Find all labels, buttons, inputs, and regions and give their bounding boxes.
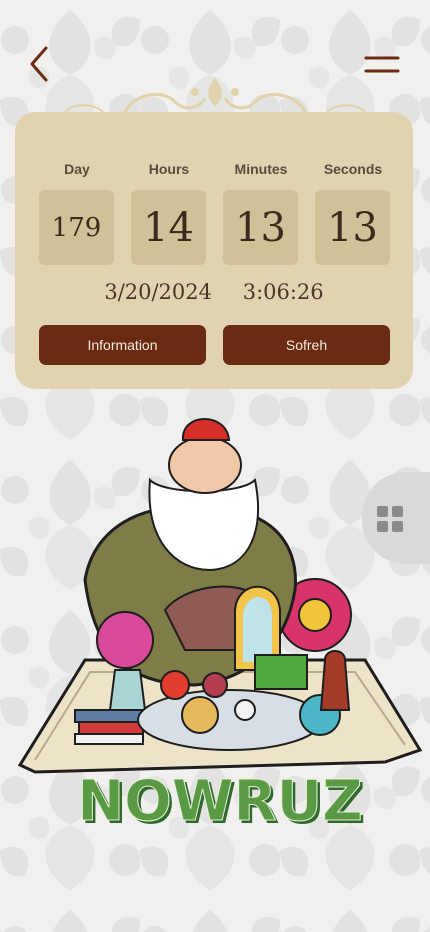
countdown-seconds: Seconds 13 — [315, 160, 391, 265]
card-ornament — [54, 78, 376, 121]
nowruz-title: NOWRUZ — [77, 769, 362, 834]
target-date: 3/20/2024 — [104, 280, 213, 304]
information-button[interactable]: Information — [39, 325, 206, 365]
countdown-card: Day 179 Hours 14 Minutes 13 Seconds 13 3… — [15, 112, 413, 389]
countdown-day: Day 179 — [39, 160, 115, 265]
seconds-value: 13 — [315, 190, 390, 265]
side-grid-tab[interactable] — [362, 472, 430, 564]
hours-value: 14 — [131, 190, 206, 265]
countdown-hours: Hours 14 — [131, 160, 207, 265]
target-time: 3:06:26 — [242, 280, 324, 304]
day-label: Day — [64, 161, 90, 177]
target-datetime: 3/20/2024 3:06:26 — [15, 280, 413, 304]
grid-icon — [377, 506, 403, 532]
minutes-value: 13 — [223, 190, 298, 265]
countdown-minutes: Minutes 13 — [223, 160, 299, 265]
day-value: 179 — [39, 190, 114, 265]
seconds-label: Seconds — [323, 161, 383, 177]
sofreh-button[interactable]: Sofreh — [223, 325, 390, 365]
minutes-label: Minutes — [234, 161, 288, 177]
hours-label: Hours — [148, 161, 190, 177]
